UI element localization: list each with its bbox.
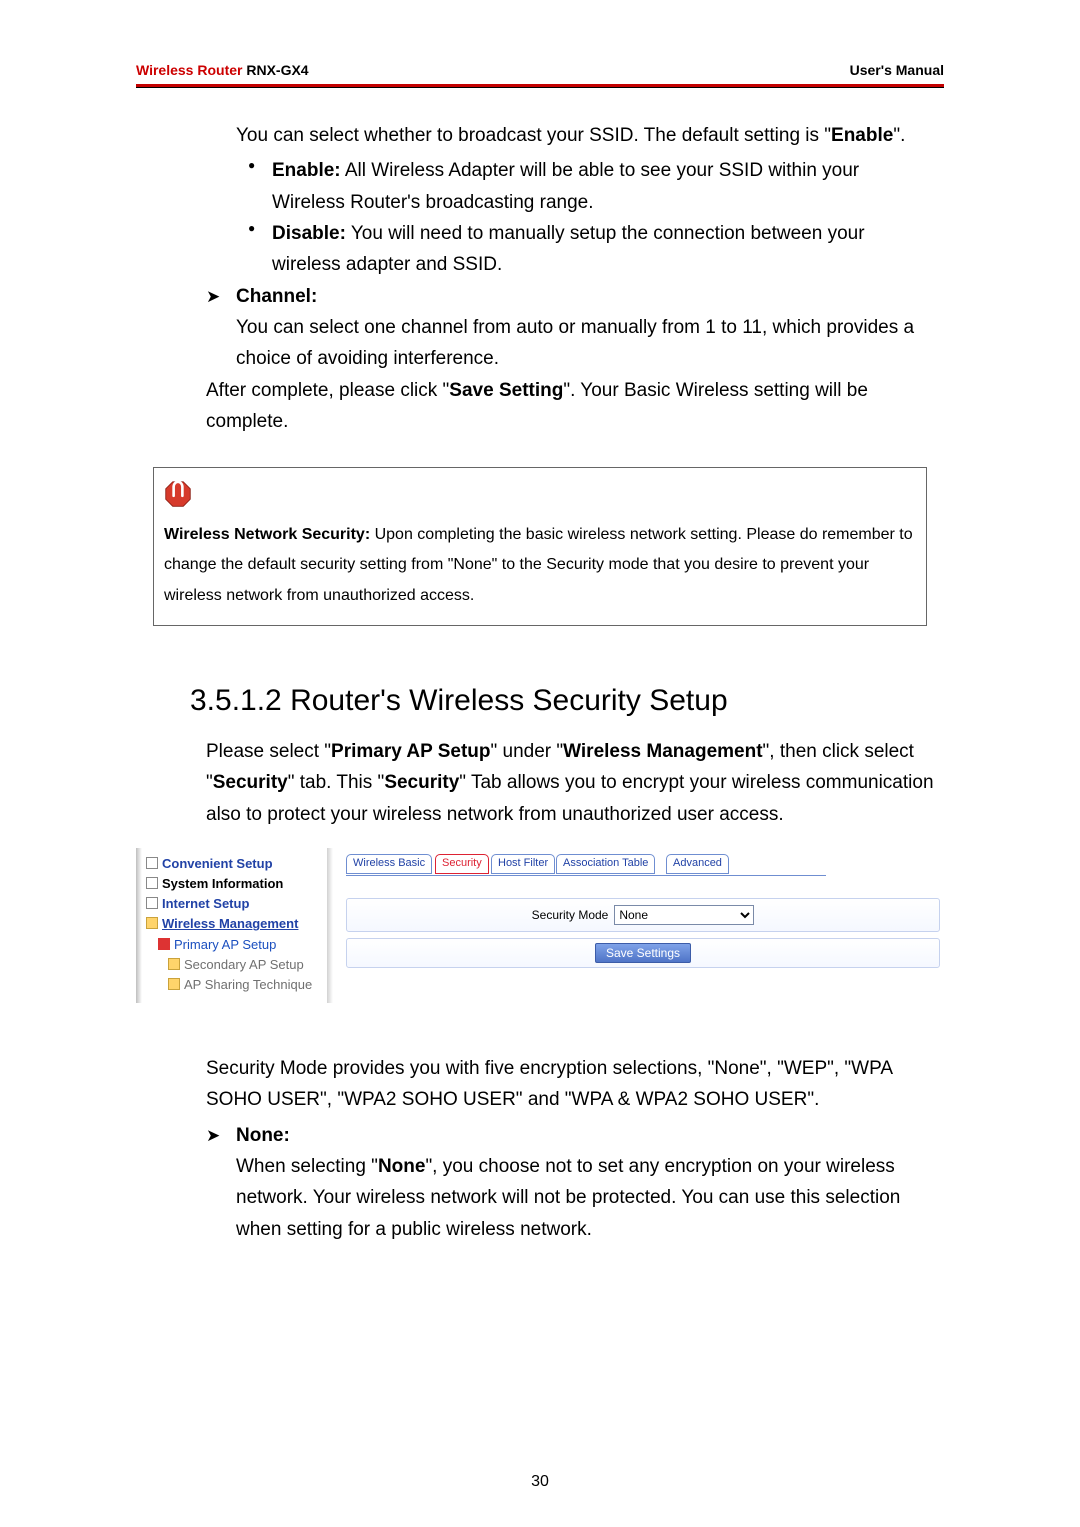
none-item: ➤ None: When selecting "None", you choos…: [206, 1120, 934, 1245]
ssid-broadcast-paragraph: You can select whether to broadcast your…: [236, 120, 934, 281]
text: Please select ": [206, 741, 331, 762]
text-bold: Security: [384, 772, 459, 793]
main-panel: Wireless Basic Security Host Filter Asso…: [346, 854, 940, 968]
label: Primary AP Setup: [174, 937, 276, 952]
tab-association-table[interactable]: Association Table: [556, 854, 655, 874]
folder-icon: [146, 917, 158, 929]
sidebar-item-wireless-management[interactable]: Wireless Management: [146, 914, 321, 934]
header-left: Wireless Router RNX-GX4: [136, 62, 309, 78]
bullet-disable: Disable: You will need to manually setup…: [236, 218, 934, 281]
text: You will need to manually setup the conn…: [272, 223, 865, 275]
stop-icon: [164, 480, 192, 508]
label: Internet Setup: [162, 896, 249, 911]
label: Secondary AP Setup: [184, 957, 304, 972]
folder-icon: [168, 978, 180, 990]
page-icon: [146, 877, 158, 889]
none-text: When selecting "None", you choose not to…: [236, 1151, 934, 1245]
save-settings-button[interactable]: Save Settings: [595, 943, 691, 963]
note-title: Wireless Network Security:: [164, 526, 370, 543]
text-bold: Wireless Management: [563, 741, 762, 762]
product-name: Wireless Router: [136, 62, 242, 78]
text: After complete, please click ": [206, 380, 449, 401]
router-ui-screenshot: Convenient Setup System Information Inte…: [136, 848, 944, 1003]
tab-strip: Wireless Basic Security Host Filter Asso…: [346, 854, 826, 876]
text-bold: None: [378, 1156, 426, 1177]
header-right: User's Manual: [850, 62, 944, 78]
text: All Wireless Adapter will be able to see…: [272, 160, 859, 212]
security-note-box: Wireless Network Security: Upon completi…: [153, 467, 927, 626]
channel-item: ➤ Channel: You can select one channel fr…: [206, 281, 934, 375]
channel-label: Channel:: [236, 281, 934, 312]
sidebar-item-primary-ap[interactable]: Primary AP Setup: [158, 935, 321, 955]
arrow-icon: ➤: [206, 283, 220, 311]
label: Convenient Setup: [162, 856, 273, 871]
tab-security[interactable]: Security: [435, 854, 489, 874]
button-row: Save Settings: [346, 938, 940, 968]
channel-text: You can select one channel from auto or …: [236, 312, 934, 375]
text: " under ": [490, 741, 563, 762]
label: Enable:: [272, 160, 341, 181]
label: Wireless Management: [162, 916, 298, 931]
bullet-enable: Enable: All Wireless Adapter will be abl…: [236, 155, 934, 218]
text: When selecting ": [236, 1156, 378, 1177]
model-name: RNX-GX4: [242, 62, 308, 78]
sidebar-item-secondary-ap[interactable]: Secondary AP Setup: [168, 955, 321, 975]
none-label: None:: [236, 1120, 934, 1151]
page-icon: [158, 938, 170, 950]
header-rule: [136, 84, 944, 88]
sidebar-item-convenient-setup[interactable]: Convenient Setup: [146, 854, 321, 874]
sidebar-item-ap-sharing[interactable]: AP Sharing Technique: [168, 975, 321, 995]
label: System Information: [162, 876, 283, 891]
folder-icon: [168, 958, 180, 970]
sidebar: Convenient Setup System Information Inte…: [146, 854, 321, 995]
note-text: Wireless Network Security: Upon completi…: [164, 520, 916, 611]
label: AP Sharing Technique: [184, 977, 312, 992]
arrow-icon: ➤: [206, 1122, 220, 1150]
text-bold: Save Setting: [449, 380, 563, 401]
sidebar-item-system-info[interactable]: System Information: [146, 874, 321, 894]
text-bold: Enable: [831, 125, 893, 146]
page-icon: [146, 897, 158, 909]
section-heading: 3.5.1.2 Router's Wireless Security Setup: [190, 684, 944, 718]
label: Disable:: [272, 223, 346, 244]
security-mode-select[interactable]: None: [614, 905, 754, 925]
security-mode-paragraph: Security Mode provides you with five enc…: [206, 1053, 934, 1116]
text: " tab. This ": [288, 772, 385, 793]
text: ".: [893, 125, 905, 146]
text-bold: Primary AP Setup: [331, 741, 490, 762]
sidebar-item-internet-setup[interactable]: Internet Setup: [146, 894, 321, 914]
security-setup-paragraph: Please select "Primary AP Setup" under "…: [206, 736, 934, 830]
page-icon: [146, 857, 158, 869]
page-header: Wireless Router RNX-GX4 User's Manual: [136, 62, 944, 82]
security-mode-label: Security Mode: [532, 908, 609, 922]
page-number: 30: [0, 1473, 1080, 1491]
text-bold: Security: [213, 772, 288, 793]
vertical-separator: [327, 848, 333, 1003]
tab-advanced[interactable]: Advanced: [666, 854, 729, 874]
security-mode-row: Security Mode None: [346, 898, 940, 932]
text: You can select whether to broadcast your…: [236, 125, 831, 146]
shadow: [136, 848, 142, 1003]
tab-wireless-basic[interactable]: Wireless Basic: [346, 854, 432, 874]
after-complete-paragraph: After complete, please click "Save Setti…: [206, 375, 934, 438]
tab-host-filter[interactable]: Host Filter: [491, 854, 555, 874]
